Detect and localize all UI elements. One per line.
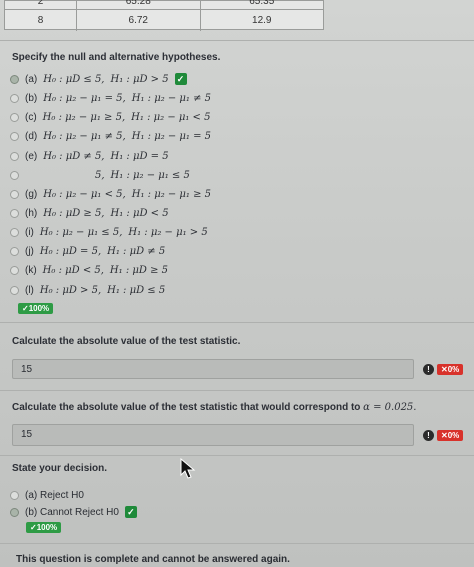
table-cell: 6.72 — [77, 10, 201, 31]
alternative-hypothesis: H₁ : μ₂ − μ₁ ≠ 5 — [131, 92, 212, 104]
radio-button[interactable] — [10, 170, 19, 180]
check-icon: ✓ — [124, 506, 137, 518]
hypothesis-option[interactable]: (d) H₀ : μ₂ − μ₁ ≠ 5, H₁ : μ₂ − μ₁ = 5 — [10, 128, 211, 144]
option-letter: (i) — [25, 226, 34, 238]
decision-option-label: (a) Reject H0 — [25, 489, 84, 501]
table-cell: 2 — [5, 0, 77, 9]
table-cell: 65.28 — [77, 0, 201, 9]
decision-prompt: State your decision. — [12, 463, 108, 474]
hypothesis-option[interactable]: (a) H₀ : μD ≤ 5, H₁ : μD > 5 ✓ — [10, 71, 187, 87]
alternative-hypothesis: H₁ : μD ≥ 5 — [109, 264, 168, 276]
null-hypothesis: H₀ : μD ≥ 5, — [43, 207, 105, 219]
alpha-value: α = 0.025. — [363, 402, 417, 413]
cursor-icon — [180, 458, 196, 479]
hypothesis-option[interactable]: 5, H₁ : μ₂ − μ₁ ≤ 5 — [10, 167, 190, 183]
hypothesis-option[interactable]: (c) H₀ : μ₂ − μ₁ ≥ 5, H₁ : μ₂ − μ₁ < 5 — [10, 109, 210, 125]
null-hypothesis: H₀ : μD ≠ 5, — [43, 150, 105, 162]
hypothesis-option[interactable]: (k) H₀ : μD < 5, H₁ : μD ≥ 5 — [10, 262, 168, 278]
alternative-hypothesis: H₁ : μ₂ − μ₁ = 5 — [131, 130, 212, 142]
radio-button[interactable] — [10, 246, 19, 256]
critical-value-prompt: Calculate the absolute value of the test… — [12, 402, 416, 413]
radio-button[interactable] — [10, 131, 19, 141]
decision-option-cannot-reject[interactable]: (b) Cannot Reject H0 ✓ — [10, 504, 137, 520]
alternative-hypothesis: H₁ : μD ≤ 5 — [107, 284, 166, 296]
option-letter: (c) — [25, 111, 37, 123]
alternative-hypothesis: H₁ : μD ≠ 5 — [107, 245, 166, 257]
decision-option-reject[interactable]: (a) Reject H0 — [10, 487, 84, 503]
critical-value-score-badge: ✕0% — [437, 430, 464, 441]
option-letter: (h) — [25, 207, 38, 219]
table-row: 8 6.72 12.9 — [5, 9, 323, 31]
null-hypothesis: H₀ : μ₂ − μ₁ = 5, — [43, 92, 126, 104]
hypothesis-option[interactable]: (b) H₀ : μ₂ − μ₁ = 5, H₁ : μ₂ − μ₁ ≠ 5 — [10, 90, 211, 106]
option-letter: (l) — [25, 284, 34, 296]
test-statistic-score-badge: ✕0% — [437, 364, 464, 375]
radio-button[interactable] — [10, 285, 19, 295]
hypotheses-score-badge: ✓100% — [18, 303, 54, 314]
option-letter: (b) — [25, 92, 38, 104]
hypothesis-option[interactable]: (e) H₀ : μD ≠ 5, H₁ : μD = 5 — [10, 148, 169, 164]
divider — [0, 390, 474, 391]
option-letter: (e) — [25, 150, 38, 162]
alternative-hypothesis: H₁ : μD > 5 — [110, 73, 169, 85]
table-cell: 65.35 — [249, 0, 275, 7]
completion-note: This question is complete and cannot be … — [16, 554, 290, 565]
null-hypothesis: H₀ : μD < 5, — [42, 264, 104, 276]
critical-value-input[interactable]: 15 — [12, 424, 414, 446]
null-hypothesis: H₀ : μD ≤ 5, — [43, 73, 105, 85]
alternative-hypothesis: H₁ : μ₂ − μ₁ ≤ 5 — [110, 169, 190, 181]
hypothesis-option[interactable]: (h) H₀ : μD ≥ 5, H₁ : μD < 5 — [10, 205, 169, 221]
quiz-page: 2 65.28 65.35 8 6.72 12.9 Specify the nu… — [0, 0, 474, 567]
divider — [0, 322, 474, 323]
null-hypothesis: H₀ : μ₂ − μ₁ ≤ 5, — [39, 226, 123, 238]
radio-button[interactable] — [10, 151, 19, 161]
divider — [0, 40, 474, 41]
error-icon: ! — [423, 364, 434, 375]
option-letter: (a) — [25, 73, 38, 85]
alternative-hypothesis: H₁ : μD < 5 — [110, 207, 169, 219]
hypothesis-option[interactable]: (g) H₀ : μ₂ − μ₁ < 5, H₁ : μ₂ − μ₁ ≥ 5 — [10, 186, 211, 202]
option-letter: (d) — [25, 130, 38, 142]
hypothesis-option[interactable]: (l) H₀ : μD > 5, H₁ : μD ≤ 5 — [10, 282, 165, 298]
hypotheses-prompt: Specify the null and alternative hypothe… — [12, 52, 221, 63]
data-table: 2 65.28 65.35 8 6.72 12.9 — [4, 0, 324, 31]
radio-button[interactable] — [10, 93, 19, 103]
option-letter: (g) — [25, 188, 38, 200]
alternative-hypothesis: H₁ : μD = 5 — [110, 150, 169, 162]
table-cell: 12.9 — [252, 15, 272, 26]
hypothesis-option[interactable]: (j) H₀ : μD = 5, H₁ : μD ≠ 5 — [10, 243, 165, 259]
table-row: 2 65.28 65.35 — [5, 0, 323, 9]
null-hypothesis: 5, — [95, 169, 105, 181]
radio-button[interactable] — [10, 490, 19, 500]
table-cell: 8 — [5, 10, 77, 31]
test-statistic-input[interactable]: 15 — [12, 359, 414, 379]
radio-button[interactable] — [10, 227, 19, 237]
alternative-hypothesis: H₁ : μ₂ − μ₁ < 5 — [131, 111, 211, 123]
check-icon: ✓ — [174, 73, 187, 85]
hypothesis-option[interactable]: (i) H₀ : μ₂ − μ₁ ≤ 5, H₁ : μ₂ − μ₁ > 5 — [10, 224, 208, 240]
decision-option-label: (b) Cannot Reject H0 — [25, 506, 119, 518]
null-hypothesis: H₀ : μ₂ − μ₁ < 5, — [43, 188, 126, 200]
null-hypothesis: H₀ : μ₂ − μ₁ ≠ 5, — [43, 130, 126, 142]
critical-value-prompt-text: Calculate the absolute value of the test… — [12, 402, 361, 413]
radio-button[interactable] — [10, 112, 19, 122]
test-statistic-prompt: Calculate the absolute value of the test… — [12, 336, 241, 347]
radio-button[interactable] — [10, 74, 19, 84]
option-letter: (j) — [25, 245, 34, 257]
radio-button[interactable] — [10, 208, 19, 218]
alternative-hypothesis: H₁ : μ₂ − μ₁ > 5 — [128, 226, 208, 238]
null-hypothesis: H₀ : μD > 5, — [39, 284, 102, 296]
decision-score-badge: ✓100% — [26, 522, 62, 533]
null-hypothesis: H₀ : μD = 5, — [39, 245, 102, 257]
null-hypothesis: H₀ : μ₂ − μ₁ ≥ 5, — [42, 111, 126, 123]
radio-button[interactable] — [10, 507, 19, 517]
radio-button[interactable] — [10, 189, 19, 199]
option-letter: (k) — [25, 264, 37, 276]
alternative-hypothesis: H₁ : μ₂ − μ₁ ≥ 5 — [131, 188, 212, 200]
error-icon: ! — [423, 430, 434, 441]
radio-button[interactable] — [10, 265, 19, 275]
divider — [0, 543, 474, 544]
divider — [0, 455, 474, 456]
